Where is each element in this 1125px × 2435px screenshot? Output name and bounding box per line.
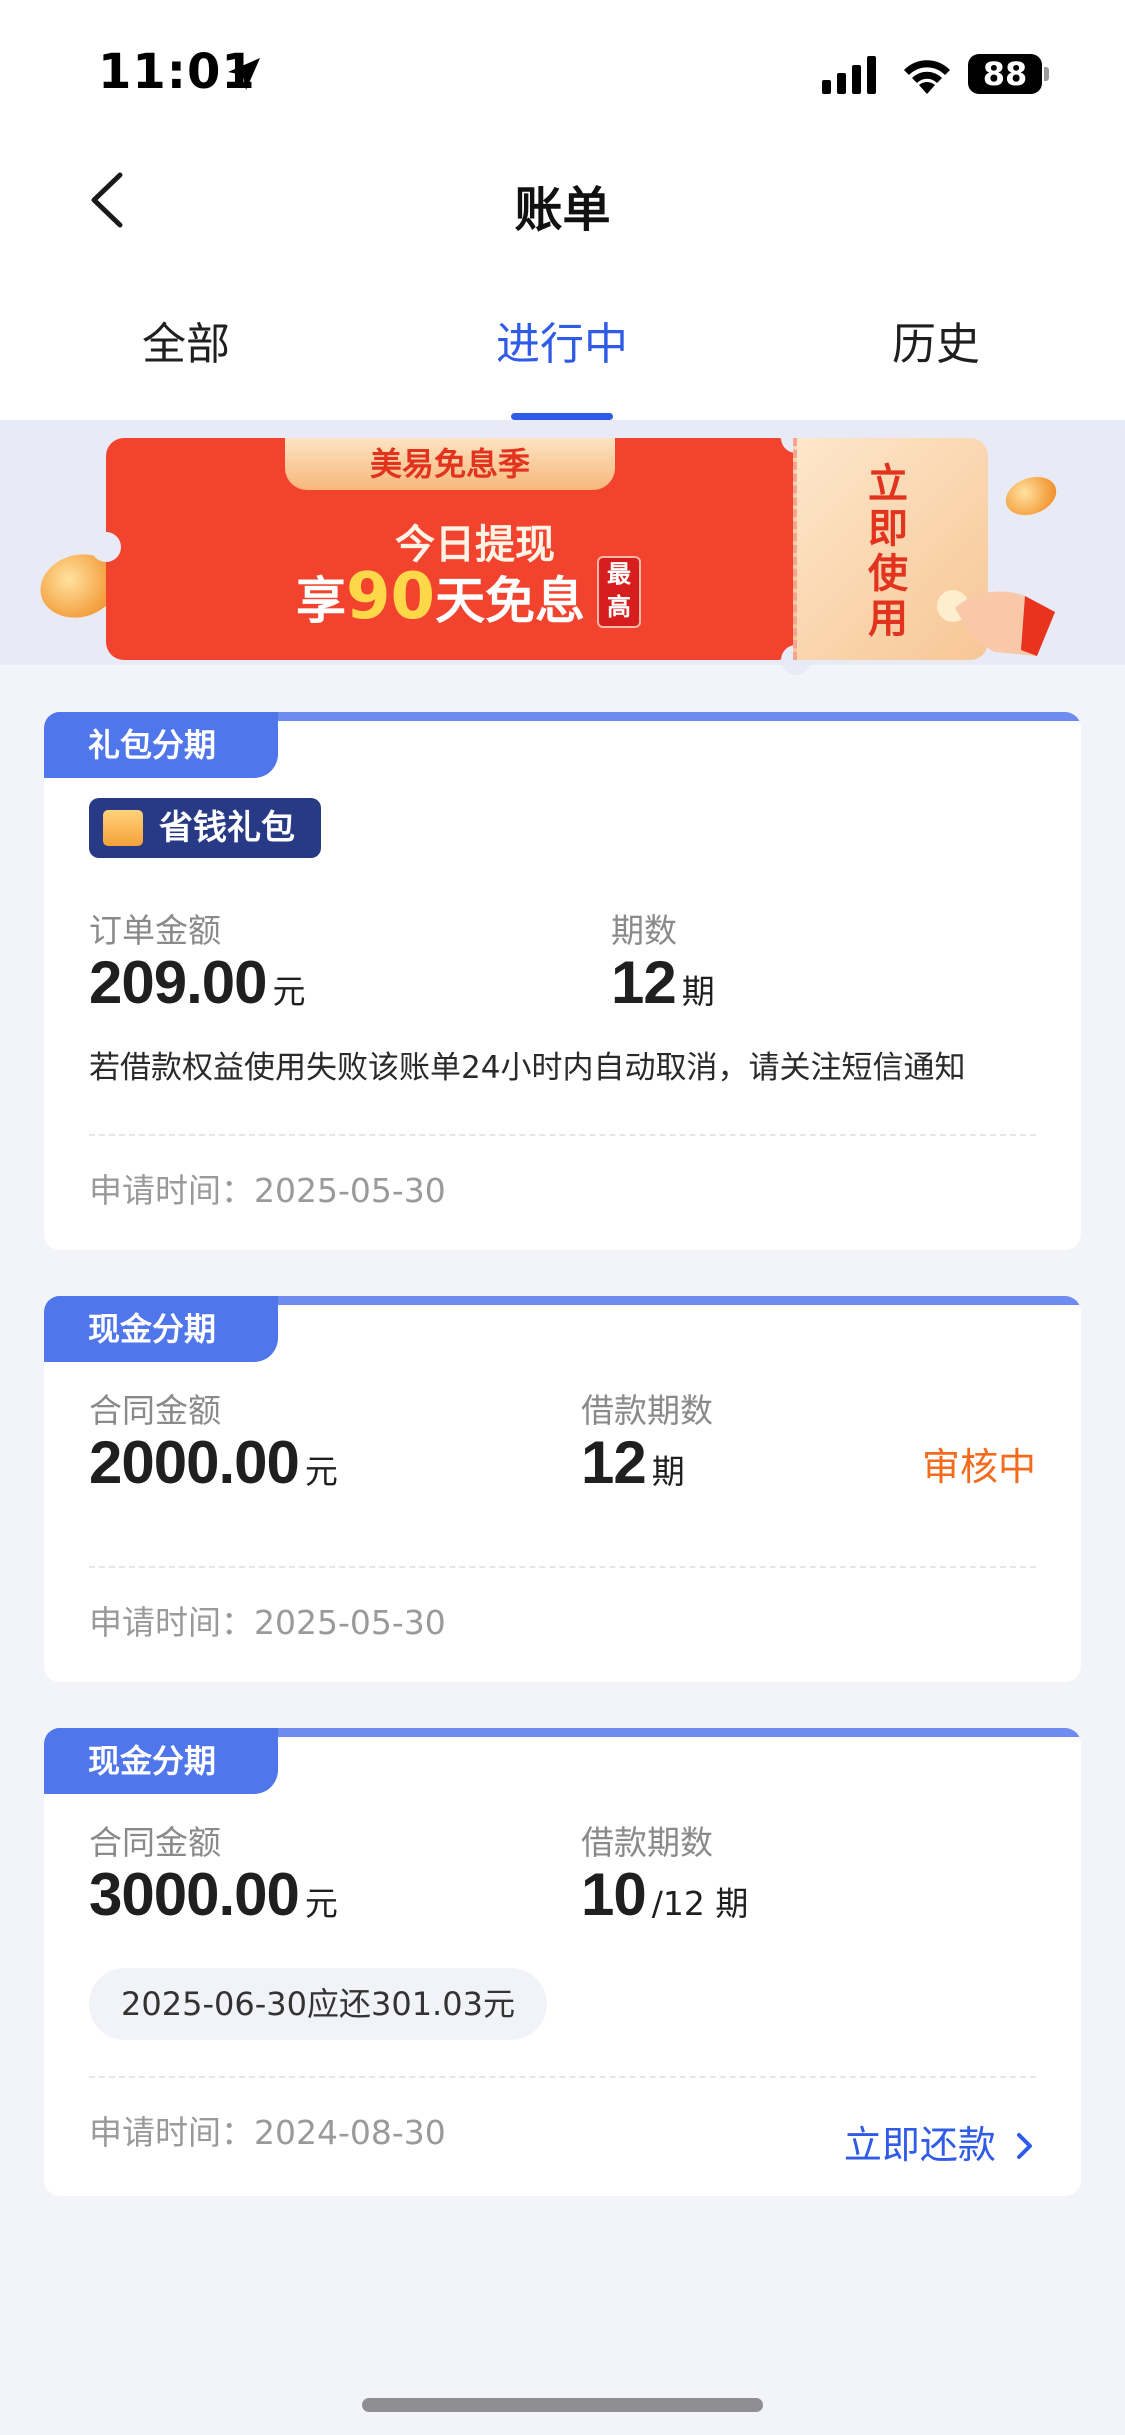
- promo-ribbon: 美易免息季: [285, 438, 615, 490]
- tab-active-indicator: [511, 413, 613, 420]
- battery-level: 88: [982, 55, 1028, 93]
- tab-history[interactable]: 历史: [806, 308, 1066, 372]
- location-arrow-icon: [228, 58, 260, 90]
- repay-now-link[interactable]: 立即还款: [844, 2114, 1036, 2169]
- loan-period-label: 借款期数: [581, 1823, 713, 1862]
- apply-time: 申请时间：2025-05-30: [89, 1603, 446, 1642]
- cancel-notice: 若借款权益使用失败该账单24小时内自动取消，请关注短信通知: [89, 1050, 966, 1086]
- contract-amount: 3000.00 元: [89, 1861, 338, 1928]
- apply-time: 申请时间：2025-05-30: [89, 1171, 446, 1210]
- order-amount: 209.00 元: [89, 949, 306, 1016]
- order-amount-label: 订单金额: [89, 911, 221, 950]
- due-amount-pill: 2025-06-30应还301.03元: [89, 1968, 547, 2040]
- bill-page: 11:01 88 账单 全部 进行中 历史 美易免息季 今日提现 享90天免息 …: [0, 0, 1125, 2435]
- page-title: 账单: [514, 182, 611, 238]
- chevron-right-icon: [1017, 2133, 1032, 2159]
- max-badge: 最高: [597, 556, 641, 628]
- period-count: 12 期: [611, 949, 715, 1016]
- bill-card-cash-installment-review[interactable]: 现金分期 合同金额 2000.00 元 借款期数 12 期 审核中 申请时间：202…: [44, 1296, 1081, 1682]
- cellular-signal-icon: [822, 56, 876, 94]
- wifi-icon: [904, 60, 950, 94]
- loan-period-label: 借款期数: [581, 1391, 713, 1430]
- loan-period: 12 期: [581, 1429, 685, 1496]
- status-badge: 审核中: [921, 1445, 1036, 1489]
- card-tag: 现金分期: [44, 1296, 278, 1362]
- period-label: 期数: [611, 911, 677, 950]
- home-indicator[interactable]: [362, 2398, 763, 2412]
- contract-amount: 2000.00 元: [89, 1429, 338, 1496]
- bill-card-cash-installment-active[interactable]: 现金分期 合同金额 3000.00 元 借款期数 10/12 期 2025-06-…: [44, 1728, 1081, 2196]
- bill-card-gift-installment[interactable]: 礼包分期 省钱礼包 订单金额 209.00 元 期数 12 期 若借款权益使用失败该…: [44, 712, 1081, 1250]
- contract-amount-label: 合同金额: [89, 1391, 221, 1430]
- gift-icon: [103, 810, 143, 846]
- promo-offer: 享90天免息: [296, 560, 586, 634]
- tab-all[interactable]: 全部: [56, 308, 316, 372]
- tab-in-progress[interactable]: 进行中: [432, 308, 692, 372]
- card-tag: 现金分期: [44, 1728, 278, 1794]
- gift-pack-badge: 省钱礼包: [89, 798, 321, 858]
- card-tag: 礼包分期: [44, 712, 278, 778]
- apply-time: 申请时间：2024-08-30: [89, 2113, 446, 2152]
- loan-period: 10/12 期: [581, 1861, 749, 1928]
- use-now-button[interactable]: 立即使用: [858, 462, 918, 642]
- pointing-hand-icon: [937, 590, 1055, 656]
- battery-indicator: 88: [968, 54, 1049, 94]
- contract-amount-label: 合同金额: [89, 1823, 221, 1862]
